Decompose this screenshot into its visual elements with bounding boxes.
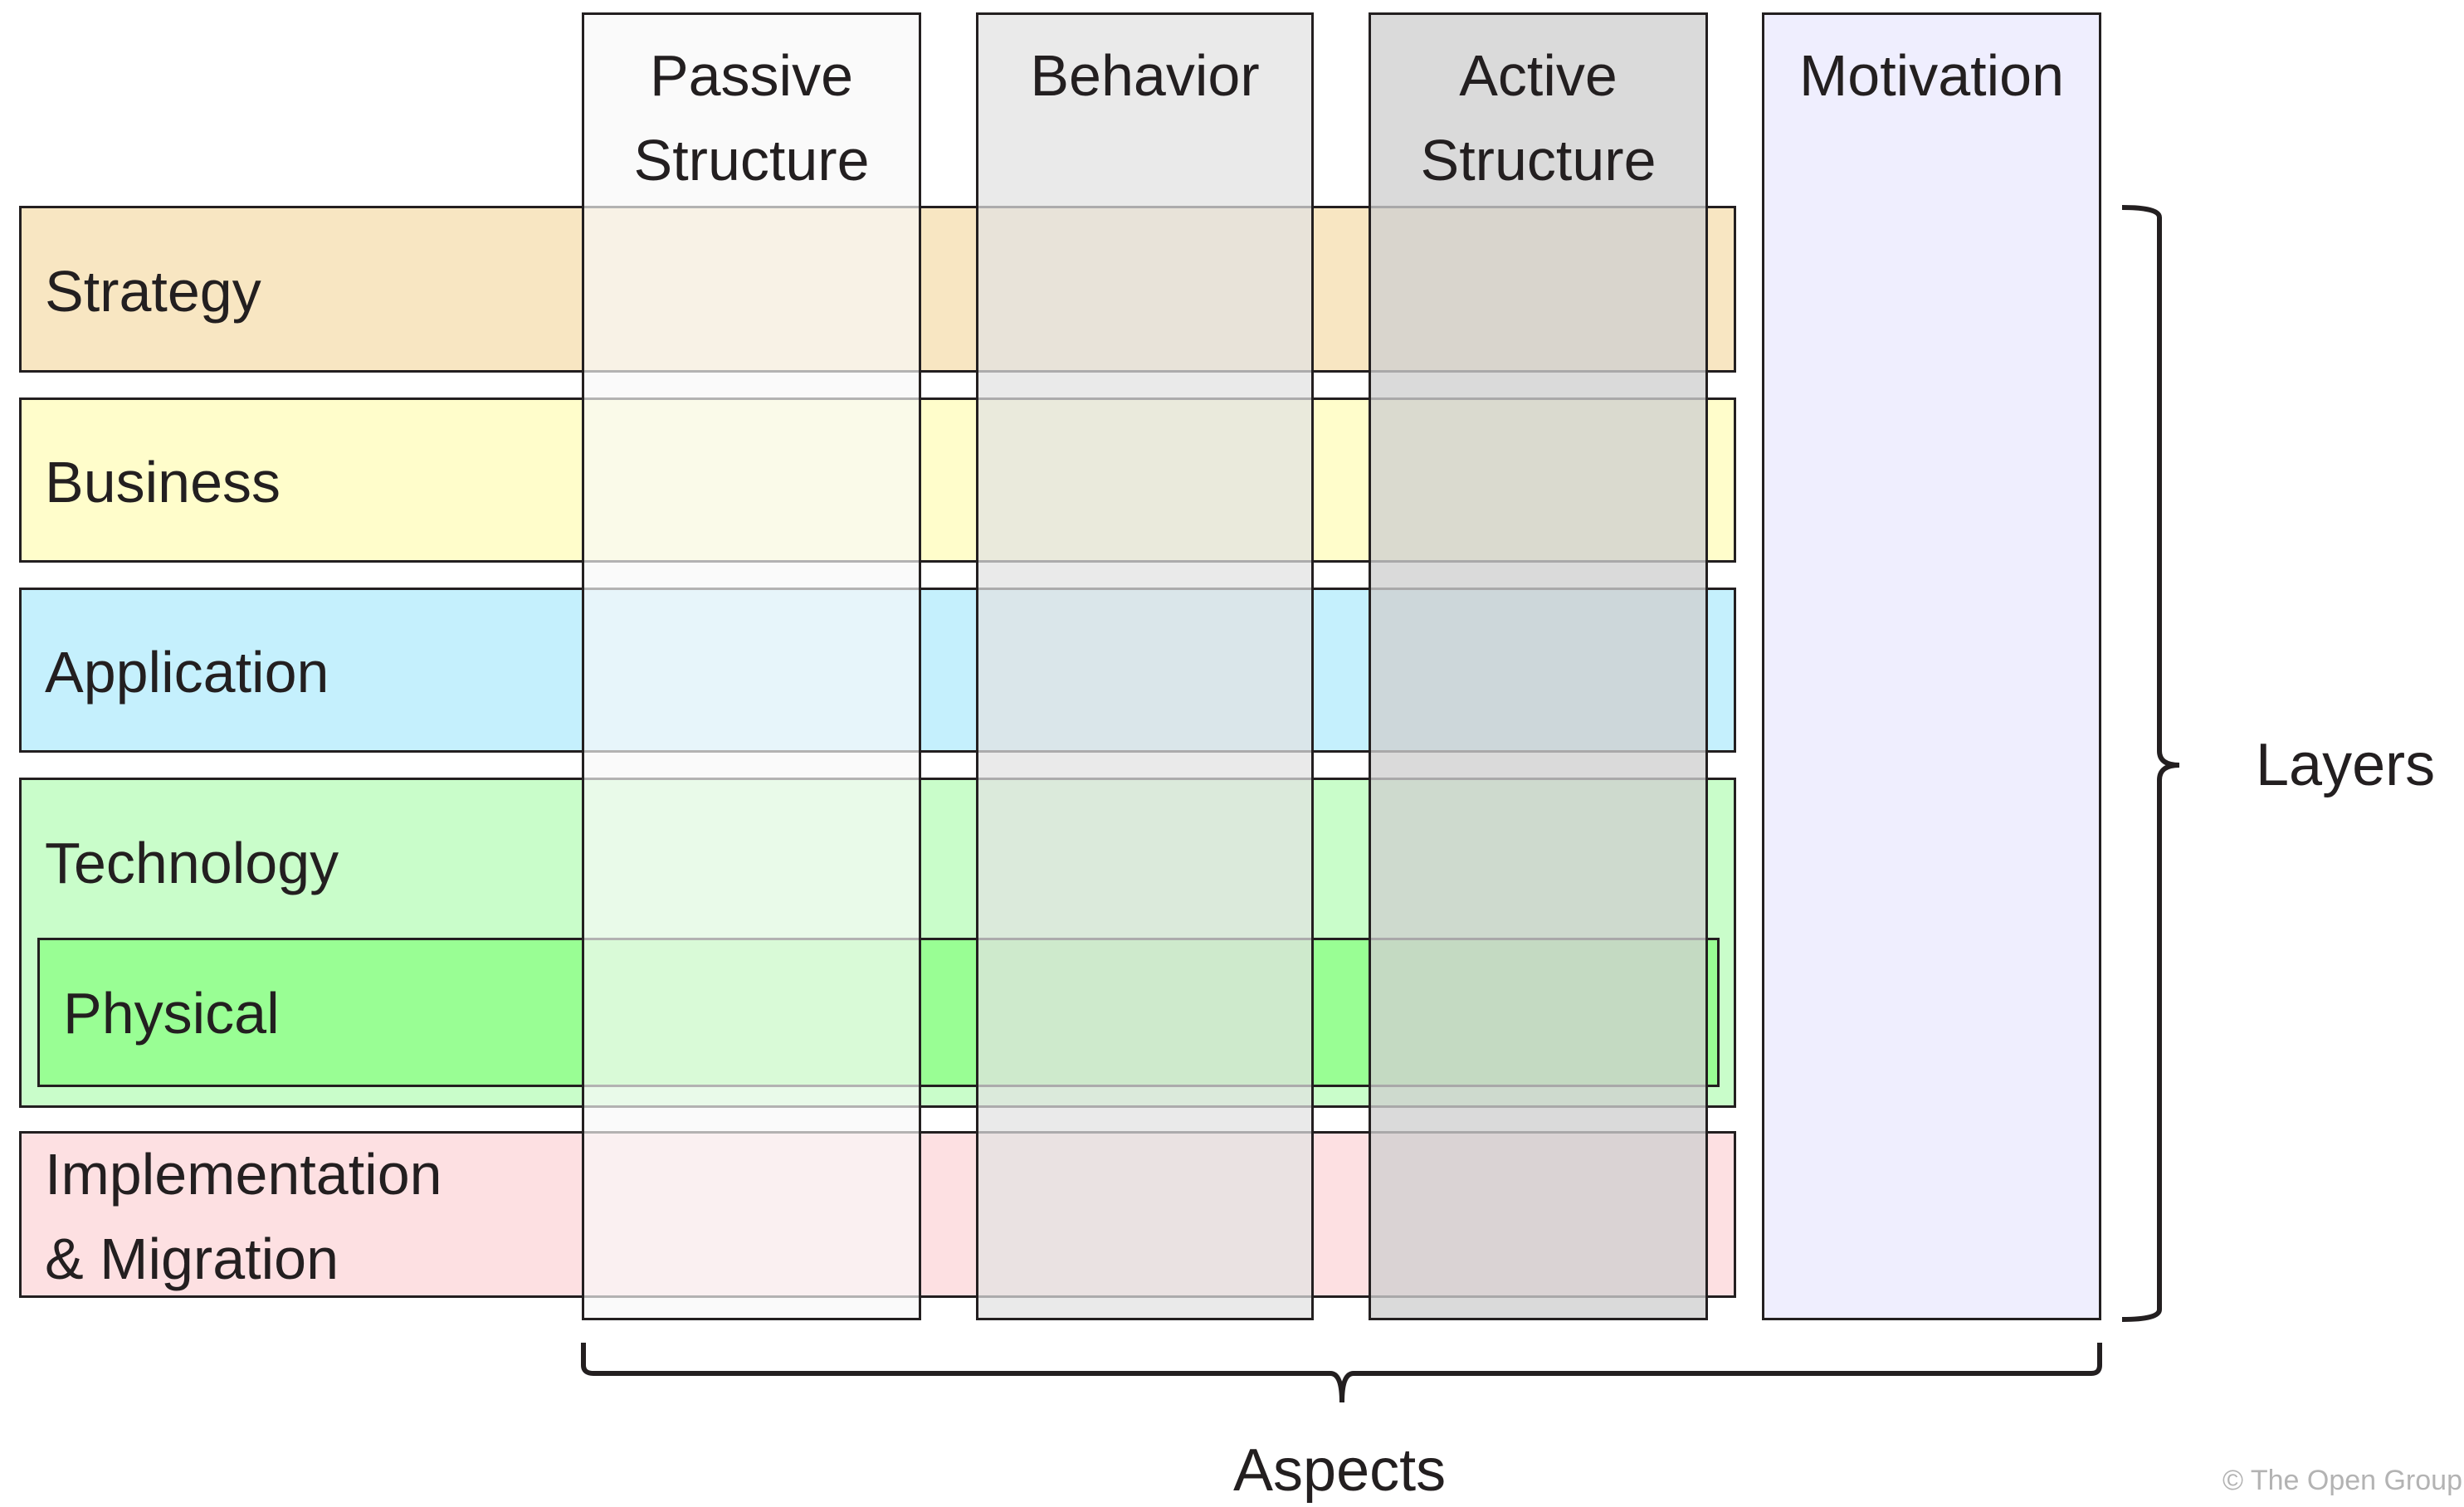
layers-brace: [2121, 205, 2180, 1322]
copyright-notice: © The Open Group: [2222, 1465, 2462, 1496]
aspects-brace: [581, 1343, 2102, 1403]
layers-label: Layers: [2256, 732, 2436, 798]
braces: [581, 205, 2180, 1403]
aspects-label: Aspects: [1233, 1437, 1447, 1504]
